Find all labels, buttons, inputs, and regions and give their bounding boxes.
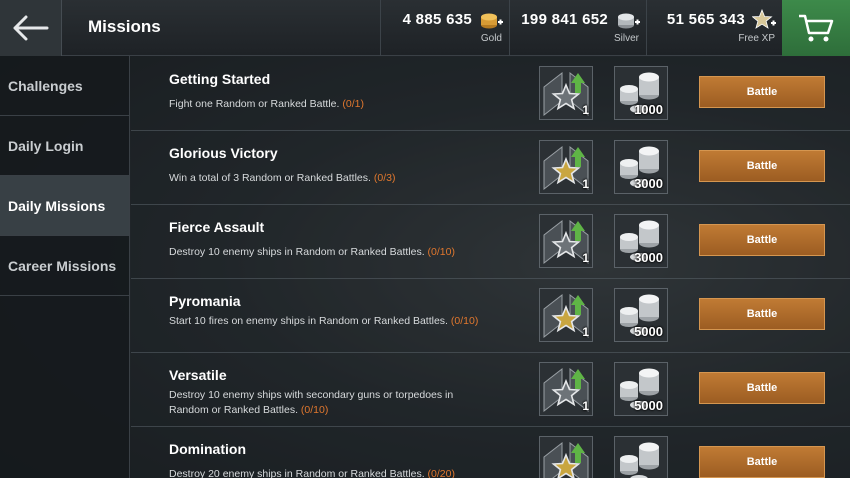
sidebar-item-label: Daily Login [8,137,84,154]
sidebar-item-label: Daily Missions [8,197,106,214]
mission-list[interactable]: Getting Started Fight one Random or Rank… [131,57,850,478]
mission-progress: (0/10) [300,404,329,416]
battle-button[interactable]: Battle [699,372,825,404]
sidebar-item-challenges[interactable]: Challenges [0,56,129,116]
reward-silver-qty: 3000 [634,250,663,265]
gold-coin-plus-icon [481,13,503,29]
silver-amount: 199 841 652 [521,11,608,28]
gold-star-chevron-icon [539,436,593,478]
mission-row: Versatile Destroy 10 enemy ships with se… [131,353,850,427]
mission-title: Glorious Victory [169,145,278,161]
reward-silver-qty: 5000 [634,324,663,339]
reward-silver-icon: 3000 [614,214,668,268]
reward-silver-icon [614,436,668,478]
top-bar: Missions 4 885 635 Gold 199 841 652 Silv… [0,0,850,56]
mission-row: Glorious Victory Win a total of 3 Random… [131,131,850,205]
mission-title: Pyromania [169,293,241,309]
battle-button[interactable]: Battle [699,446,825,478]
sidebar-item-daily-missions[interactable]: Daily Missions [0,176,129,236]
grey-star-chevron-icon: 1 [539,66,593,120]
grey-star-chevron-icon: 1 [539,214,593,268]
mission-description: Destroy 20 enemy ships in Random or Rank… [169,468,455,478]
mission-description: Start 10 fires on enemy ships in Random … [169,315,479,327]
mission-progress: (0/20) [427,468,455,478]
reward-silver-icon: 5000 [614,362,668,416]
battle-button[interactable]: Battle [699,76,825,108]
battle-button[interactable]: Battle [699,150,825,182]
reward-silver-qty: 5000 [634,398,663,413]
sidebar-item-career-missions[interactable]: Career Missions [0,236,129,296]
reward-rank-qty: 1 [582,251,589,265]
mission-progress: (0/3) [373,172,396,184]
silver-balance[interactable]: 199 841 652 Silver [509,0,646,56]
mission-progress: (0/10) [450,315,479,327]
battle-button[interactable]: Battle [699,298,825,330]
gold-amount: 4 885 635 [402,11,472,28]
gold-label: Gold [480,33,502,44]
gold-balance[interactable]: 4 885 635 Gold [380,0,509,56]
silver-coins-chevron-icon: 1 [539,362,593,416]
reward-rank-qty: 1 [582,177,589,191]
mission-description: Fight one Random or Ranked Battle. (0/1) [169,98,364,110]
sidebar-item-label: Challenges [8,77,83,94]
reward-rank-qty: 1 [582,399,589,413]
mission-row: Pyromania Start 10 fires on enemy ships … [131,279,850,353]
freexp-balance[interactable]: 51 565 343 Free XP [646,0,782,56]
freexp-amount: 51 565 343 [666,11,745,28]
silver-coin-plus-icon [618,13,640,29]
silver-label: Silver [613,33,639,44]
battle-button[interactable]: Battle [699,224,825,256]
back-button[interactable] [0,0,62,56]
reward-rank-qty: 1 [582,325,589,339]
sidebar-item-daily-login[interactable]: Daily Login [0,116,129,176]
gold-star-chevron-icon: 1 [539,288,593,342]
mission-progress: (0/10) [427,246,455,258]
reward-silver-icon: 1000 [614,66,668,120]
reward-silver-qty: 3000 [634,176,663,191]
cart-icon [799,14,834,42]
mission-title: Fierce Assault [169,219,265,235]
gold-star-chevron-icon: 1 [539,140,593,194]
mission-description: Destroy 10 enemy ships in Random or Rank… [169,246,455,258]
freexp-star-plus-icon [752,9,776,29]
shop-cart-button[interactable] [782,0,850,56]
mission-title: Getting Started [169,71,271,87]
freexp-label: Free XP [738,33,775,44]
sidebar-item-label: Career Missions [8,257,117,274]
sidebar: Challenges Daily Login Daily Missions Ca… [0,56,130,478]
mission-row: Fierce Assault Destroy 10 enemy ships in… [131,205,850,279]
reward-rank-qty: 1 [582,103,589,117]
back-arrow-icon [13,15,48,41]
mission-progress: (0/1) [342,98,364,110]
mission-title: Domination [169,441,246,457]
reward-silver-icon: 3000 [614,140,668,194]
mission-row: Getting Started Fight one Random or Rank… [131,57,850,131]
reward-silver-qty: 1000 [634,102,663,117]
reward-silver-icon: 5000 [614,288,668,342]
mission-row: Domination Destroy 20 enemy ships in Ran… [131,427,850,478]
mission-description: Destroy 10 enemy ships with secondary gu… [169,389,454,416]
mission-description: Win a total of 3 Random or Ranked Battle… [169,172,396,184]
page-title: Missions [88,17,161,36]
mission-title: Versatile [169,367,227,383]
